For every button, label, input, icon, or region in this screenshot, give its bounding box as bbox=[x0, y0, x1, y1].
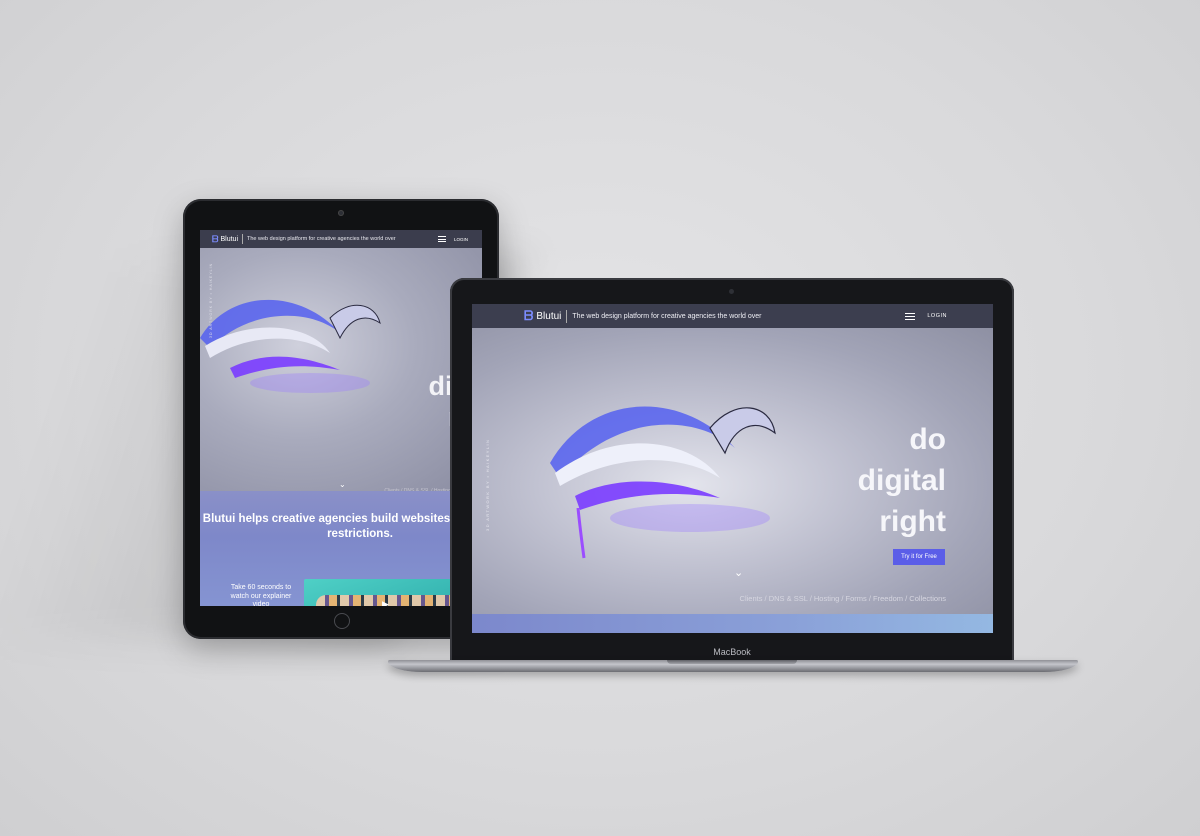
tablet-hero-artwork bbox=[200, 299, 381, 393]
laptop-logo-text: Blutui bbox=[536, 310, 562, 322]
laptop-nav-divider bbox=[566, 309, 568, 323]
hamburger-icon[interactable] bbox=[905, 312, 916, 320]
laptop-logo[interactable]: ᗷ Blutui bbox=[524, 308, 561, 324]
tablet-section-title: Blutui helps creative agencies build web… bbox=[202, 513, 482, 540]
laptop-artwork-credit: 3D ARTWORK BY • HAIKEYLIN bbox=[485, 438, 490, 531]
tablet-intro-section: Blutui helps creative agencies build web… bbox=[200, 491, 482, 606]
laptop-headline-line: do bbox=[909, 423, 946, 456]
hamburger-icon[interactable] bbox=[437, 236, 446, 242]
tablet-logo-text: Blutui bbox=[220, 235, 239, 243]
laptop-login-link[interactable]: LOGIN bbox=[927, 313, 947, 319]
device-mockup-scene: ᗷ Blutui The web design platform for cre… bbox=[0, 0, 1200, 836]
play-icon[interactable]: ▶ bbox=[382, 599, 389, 606]
blutui-logo-icon: ᗷ bbox=[212, 233, 219, 244]
laptop-screen: ᗷ Blutui The web design platform for cre… bbox=[472, 304, 993, 633]
laptop-hero: 3D ARTWORK BY • HAIKEYLIN do digital rig… bbox=[472, 328, 993, 614]
tablet-camera bbox=[338, 210, 344, 216]
tablet-tagline: The web design platform for creative age… bbox=[247, 236, 396, 242]
laptop-opening-notch bbox=[667, 660, 797, 664]
chevron-down-icon[interactable]: ⌄ bbox=[339, 480, 346, 489]
laptop-base bbox=[388, 660, 1078, 672]
laptop-headline-line: right bbox=[879, 505, 946, 538]
tablet-login-link[interactable]: LOGIN bbox=[454, 237, 468, 242]
laptop-brand-label: MacBook bbox=[713, 647, 751, 657]
laptop-camera bbox=[729, 289, 734, 294]
tablet-nav-divider bbox=[242, 234, 244, 244]
tablet-home-button[interactable] bbox=[334, 613, 350, 629]
tablet-hero: 3D ARTWORK BY • HAIKEYLIN do digital rig… bbox=[200, 248, 482, 494]
tablet-artwork-credit: 3D ARTWORK BY • HAIKEYLIN bbox=[209, 262, 213, 338]
chevron-down-icon[interactable]: ⌄ bbox=[734, 566, 743, 579]
laptop-cta-button[interactable]: Try it for Free bbox=[893, 549, 945, 565]
tablet-nav-bar: ᗷ Blutui The web design platform for cre… bbox=[200, 230, 482, 248]
laptop-headline: do digital right bbox=[858, 419, 946, 542]
laptop-next-section-strip bbox=[472, 614, 993, 633]
laptop-feature-tags: Clients / DNS & SSL / Hosting / Forms / … bbox=[739, 594, 946, 603]
tablet-screen: ᗷ Blutui The web design platform for cre… bbox=[200, 230, 482, 606]
laptop-hero-artwork bbox=[550, 406, 776, 559]
blutui-logo-icon: ᗷ bbox=[524, 308, 534, 323]
laptop-headline-line: digital bbox=[857, 464, 946, 497]
video-thumbnail-illustration bbox=[316, 595, 466, 606]
tablet-video-prompt: Take 60 seconds to watch our explainer v… bbox=[230, 584, 292, 606]
laptop-tagline: The web design platform for creative age… bbox=[572, 312, 762, 320]
laptop-nav-bar: ᗷ Blutui The web design platform for cre… bbox=[472, 304, 993, 328]
laptop-device: ᗷ Blutui The web design platform for cre… bbox=[450, 278, 1014, 662]
tablet-logo[interactable]: ᗷ Blutui bbox=[212, 234, 238, 245]
